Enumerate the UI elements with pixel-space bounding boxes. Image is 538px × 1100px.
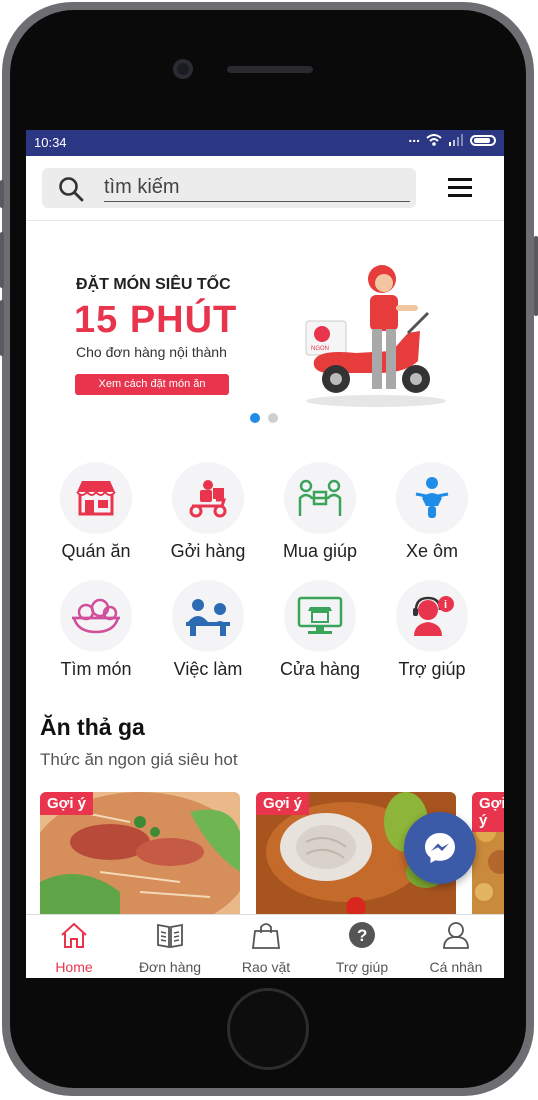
earpiece-speaker (227, 66, 313, 73)
banner-headline: ĐẶT MÓN SIÊU TỐC (76, 276, 231, 293)
category-tim-mon[interactable]: Tìm món (40, 580, 152, 680)
volume-up-button (0, 232, 4, 288)
category-label: Tìm món (60, 659, 132, 679)
category-tro-giup[interactable]: i Trợ giúp (376, 580, 488, 680)
search-input[interactable]: tìm kiếm (42, 168, 416, 208)
scooter-brand-label: NGON (311, 346, 329, 352)
bottom-tab-bar: Home Đơn hàng Rao vặt ? Trợ giúp Cá nhân (26, 914, 504, 978)
carousel-dots (250, 413, 278, 423)
banner-time: 15 PHÚT (74, 299, 238, 341)
support-agent-icon: i (413, 596, 454, 636)
tab-label: Rao vặt (241, 959, 291, 975)
suggestion-tag: Gợi ý (256, 792, 310, 815)
food-dish-icon (72, 598, 120, 634)
store-icon (76, 481, 116, 516)
category-label: Trợ giúp (398, 659, 466, 679)
home-hardware-button[interactable] (227, 988, 309, 1070)
home-icon (61, 922, 87, 948)
tab-orders[interactable]: Đơn hàng (122, 921, 218, 975)
search-bar: tìm kiếm (26, 156, 504, 221)
category-cua-hang[interactable]: Cửa hàng (264, 580, 376, 680)
search-icon (59, 177, 84, 202)
app-screen: 10:34 ... tìm kiếm ĐẶT MÓN SIÊU TỐC 15 P… (26, 130, 504, 978)
svg-text:?: ? (357, 926, 367, 945)
front-camera (173, 59, 193, 79)
svg-text:i: i (444, 599, 447, 611)
status-dots: ... (408, 130, 420, 145)
status-icons: ... (408, 130, 496, 146)
search-placeholder: tìm kiếm (104, 176, 410, 202)
category-label: Xe ôm (405, 541, 459, 561)
food-card-3[interactable]: Gợi ý (472, 792, 504, 914)
suggestion-tag: Gợi ý (40, 792, 94, 815)
delivery-driver-illustration: NGON (305, 265, 446, 407)
battery-icon (470, 134, 496, 146)
volume-down-button (0, 300, 4, 356)
category-label: Mua giúp (282, 541, 358, 561)
tab-profile[interactable]: Cá nhân (408, 921, 504, 975)
tab-help[interactable]: ? Trợ giúp (314, 921, 410, 975)
category-label: Việc làm (173, 659, 243, 679)
banner-button[interactable]: Xem cách đặt món ăn (75, 374, 229, 395)
power-button (534, 236, 538, 316)
carousel-dot-2[interactable] (268, 413, 278, 423)
help-circle-icon: ? (349, 922, 375, 948)
category-xe-om[interactable]: Xe ôm (376, 462, 488, 562)
hamburger-menu-icon[interactable] (448, 178, 472, 202)
motorbike-rider-icon (415, 477, 449, 518)
tab-classifieds[interactable]: Rao vặt (218, 921, 314, 975)
tab-label: Cá nhân (429, 959, 483, 975)
category-viec-lam[interactable]: Việc làm (152, 580, 264, 680)
category-quan-an[interactable]: Quán ăn (40, 462, 152, 562)
section-subtitle: Thức ăn ngon giá siêu hot (40, 750, 238, 769)
tab-label: Đơn hàng (138, 959, 202, 975)
section-title: Ăn thả ga (40, 714, 145, 740)
messenger-chat-button[interactable] (404, 812, 476, 884)
banner-caption: Cho đơn hàng nội thành (76, 344, 227, 360)
tab-home[interactable]: Home (26, 921, 122, 975)
status-bar: 10:34 ... (26, 130, 504, 156)
mute-switch (0, 180, 4, 208)
category-label: Gởi hàng (170, 541, 246, 561)
messenger-icon (425, 833, 455, 863)
book-icon (157, 923, 183, 949)
shopping-bag-icon (251, 923, 281, 949)
tab-label: Home (55, 959, 93, 975)
promo-banner[interactable]: ĐẶT MÓN SIÊU TỐC 15 PHÚT Cho đơn hàng nộ… (26, 221, 504, 431)
food-card-1[interactable]: Gợi ý (40, 792, 240, 914)
suggestion-tag: Gợi ý (472, 792, 504, 832)
delivery-scooter-icon (189, 480, 227, 518)
category-label: Cửa hàng (279, 659, 361, 679)
tab-label: Trợ giúp (335, 959, 389, 975)
shop-monitor-icon (297, 596, 343, 634)
jobs-icon (186, 599, 230, 636)
shopping-help-icon (298, 479, 342, 516)
user-icon (443, 922, 469, 949)
status-time: 10:34 (34, 135, 67, 150)
category-mua-giup[interactable]: Mua giúp (264, 462, 376, 562)
carousel-dot-1[interactable] (250, 413, 260, 423)
signal-icon (449, 134, 463, 146)
wifi-icon (426, 134, 442, 146)
category-label: Quán ăn (61, 541, 131, 561)
category-goi-hang[interactable]: Gởi hàng (152, 462, 264, 562)
